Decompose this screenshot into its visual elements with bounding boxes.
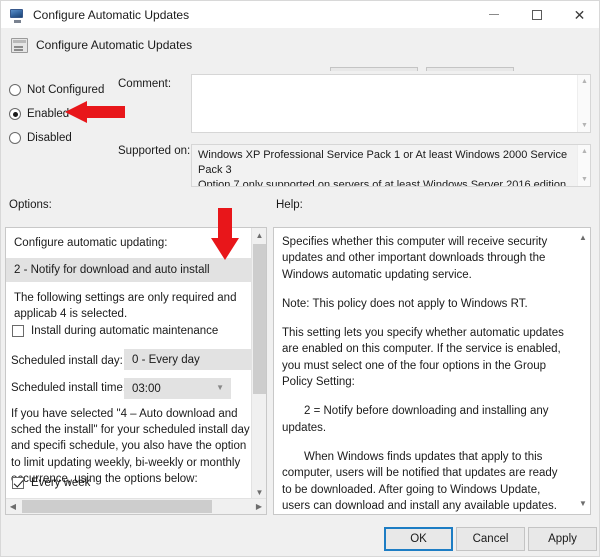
every-week-checkbox[interactable]: Every week [12, 477, 90, 489]
cancel-button[interactable]: Cancel [456, 527, 525, 551]
help-label: Help: [276, 199, 303, 211]
minimize-button[interactable] [472, 1, 515, 28]
close-icon: ✕ [573, 6, 586, 23]
options-note-text: The following settings are only required… [14, 292, 237, 320]
scroll-down-icon[interactable]: ▼ [252, 485, 266, 499]
configure-automatic-updating-label: Configure automatic updating: [14, 237, 168, 249]
maximize-button[interactable] [515, 1, 558, 28]
ok-button[interactable]: OK [384, 527, 453, 551]
supported-on-label: Supported on: [118, 145, 191, 157]
scroll-down-icon[interactable]: ▼ [576, 496, 590, 510]
every-week-label: Every week [31, 477, 91, 489]
options-content: Configure automatic updating: 2 - Notify… [6, 228, 252, 499]
radio-not-configured[interactable]: Not Configured [9, 84, 104, 96]
comment-textarea[interactable]: ▲ ▼ [191, 74, 591, 133]
supported-on-line-1: Windows XP Professional Service Pack 1 o… [198, 149, 568, 176]
scroll-up-icon[interactable]: ▲ [576, 230, 590, 244]
help-panel: Specifies whether this computer will rec… [273, 227, 591, 515]
supported-on-textarea: Windows XP Professional Service Pack 1 o… [191, 144, 591, 187]
radio-disabled[interactable]: Disabled [9, 132, 72, 144]
maximize-icon [531, 9, 542, 20]
options-paragraph: If you have selected "4 – Auto download … [11, 408, 250, 485]
help-text: Specifies whether this computer will rec… [282, 234, 566, 514]
scheduled-install-time-combobox[interactable]: 03:00 ▼ [124, 378, 231, 399]
configure-automatic-updating-combobox[interactable]: 2 - Notify for download and auto install [6, 258, 252, 282]
help-paragraph-3: This setting lets you specify whether au… [282, 327, 564, 389]
options-label: Options: [9, 199, 52, 211]
scroll-right-icon[interactable]: ▶ [252, 499, 266, 514]
window-title: Configure Automatic Updates [33, 7, 190, 22]
window-controls: ✕ [472, 1, 599, 28]
red-arrow-left-icon [65, 101, 125, 123]
help-vertical-scrollbar[interactable]: ▲ ▼ [576, 228, 590, 514]
help-paragraph-1: Specifies whether this computer will rec… [282, 236, 548, 281]
supported-on-line-2: Option 7 only supported on servers of at… [198, 179, 567, 187]
scheduled-install-day-combobox[interactable]: 0 - Every day [124, 349, 252, 370]
scroll-up-icon[interactable]: ▲ [252, 228, 266, 242]
options-vertical-scrollbar[interactable]: ▲ ▼ [251, 228, 266, 499]
install-during-automatic-maintenance-checkbox[interactable]: Install during automatic maintenance [12, 325, 218, 337]
chevron-down-icon: ▼ [216, 383, 224, 392]
dialog-header: Configure Automatic Updates Previous Set… [1, 28, 599, 90]
install-during-automatic-maintenance-label: Install during automatic maintenance [31, 325, 219, 337]
minimize-icon [488, 14, 499, 15]
title-bar: Configure Automatic Updates ✕ [1, 1, 599, 28]
policy-title: Configure Automatic Updates [36, 38, 193, 52]
options-panel: Configure automatic updating: 2 - Notify… [5, 227, 267, 515]
scroll-down-icon[interactable]: ▼ [578, 173, 590, 186]
scroll-up-icon[interactable]: ▲ [578, 75, 591, 88]
monitor-icon [9, 7, 25, 23]
radio-not-configured-indicator[interactable] [9, 84, 21, 96]
red-arrow-down-icon [211, 208, 239, 260]
options-horizontal-scrollbar[interactable]: ◀ ▶ [6, 498, 266, 514]
radio-disabled-label: Disabled [27, 132, 72, 144]
comment-scrollbar[interactable]: ▲ ▼ [577, 75, 590, 132]
radio-not-configured-label: Not Configured [27, 84, 105, 96]
close-button[interactable]: ✕ [558, 1, 599, 28]
scrollbar-thumb[interactable] [253, 244, 266, 394]
scheduled-install-time-value: 03:00 [132, 382, 161, 395]
policy-setting-icon [11, 38, 28, 53]
help-paragraph-4: 2 = Notify before downloading and instal… [282, 405, 549, 434]
checkbox-indicator[interactable] [12, 477, 24, 489]
configure-automatic-updates-dialog: Configure Automatic Updates ✕ Configure … [0, 0, 600, 557]
apply-button[interactable]: Apply [528, 527, 597, 551]
radio-enabled-indicator[interactable] [9, 108, 21, 120]
supported-on-scrollbar[interactable]: ▲ ▼ [577, 145, 590, 186]
radio-enabled[interactable]: Enabled [9, 108, 69, 120]
scheduled-install-day-label: Scheduled install day: [11, 355, 123, 367]
radio-disabled-indicator[interactable] [9, 132, 21, 144]
scroll-left-icon[interactable]: ◀ [6, 499, 20, 514]
help-paragraph-2: Note: This policy does not apply to Wind… [282, 297, 528, 310]
scroll-down-icon[interactable]: ▼ [578, 119, 591, 132]
scrollbar-thumb[interactable] [22, 500, 212, 513]
scroll-up-icon[interactable]: ▲ [578, 145, 590, 158]
scheduled-install-time-label: Scheduled install time: [11, 382, 127, 394]
comment-label: Comment: [118, 78, 172, 90]
checkbox-indicator[interactable] [12, 325, 24, 337]
radio-enabled-label: Enabled [27, 108, 70, 120]
help-paragraph-5: When Windows finds updates that apply to… [282, 450, 558, 512]
